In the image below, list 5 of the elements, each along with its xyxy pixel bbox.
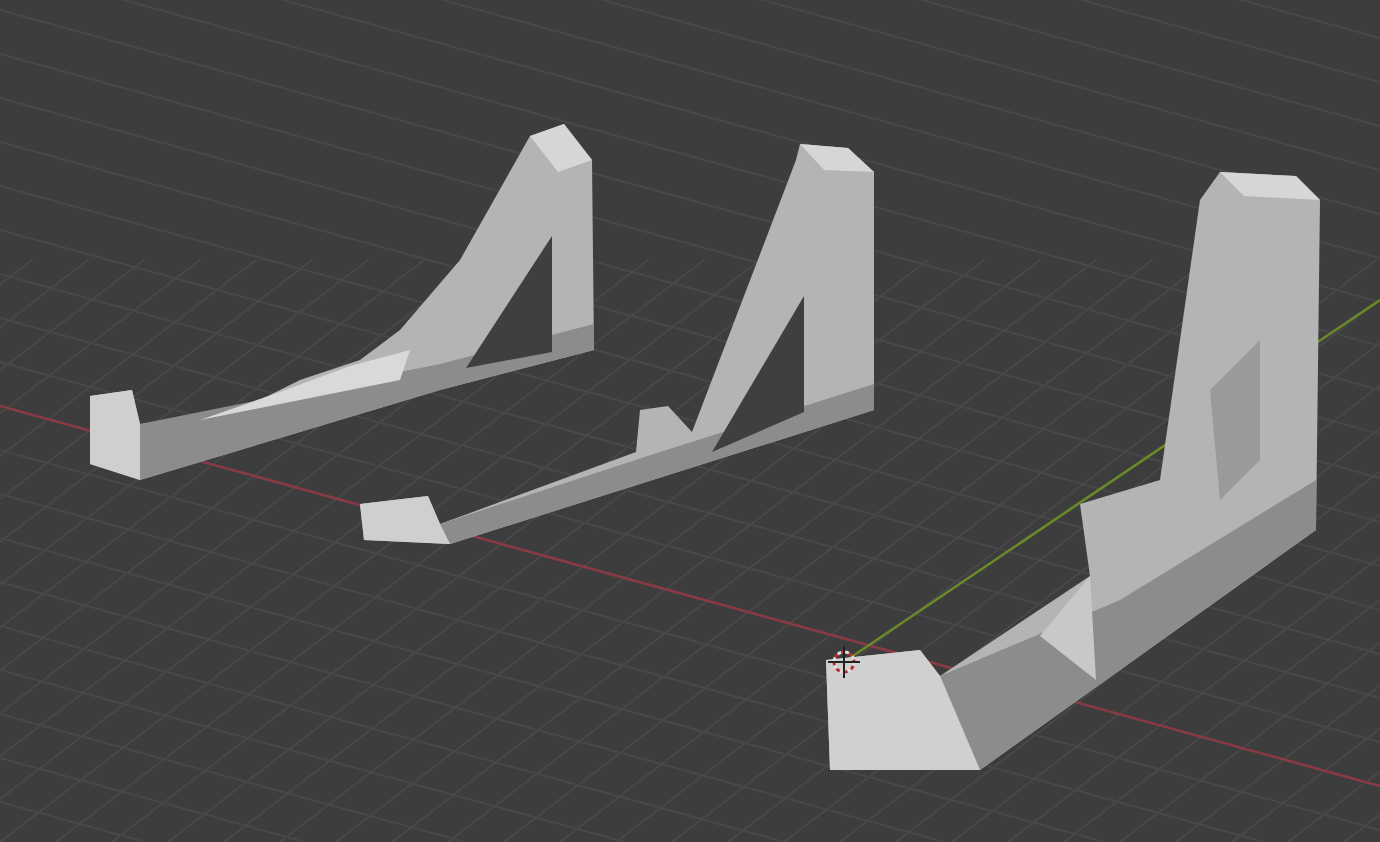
stand-drawing[interactable]: [90, 124, 594, 480]
stand-drawing[interactable]: [826, 172, 1320, 770]
3d-viewport[interactable]: [0, 0, 1380, 842]
3d-cursor-icon[interactable]: [827, 645, 861, 679]
stand-drawing[interactable]: [360, 144, 874, 544]
